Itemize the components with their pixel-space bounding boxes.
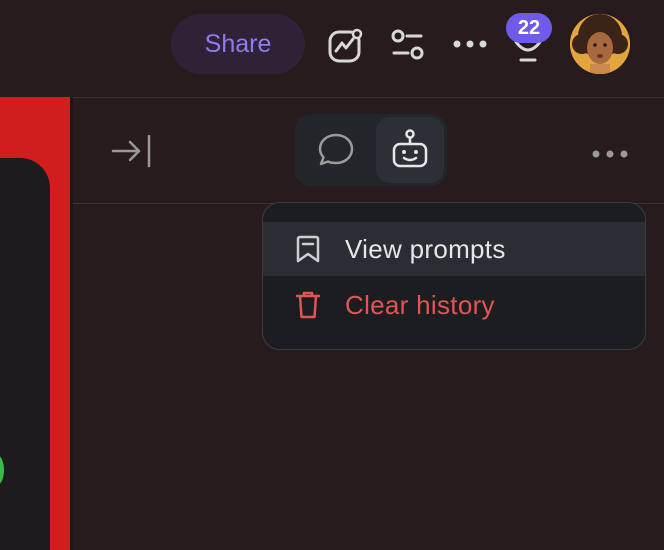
robot-icon (376, 117, 444, 183)
trash-icon (293, 290, 323, 320)
menu-item-clear-history[interactable]: Clear history (263, 278, 645, 332)
more-options-icon[interactable] (452, 36, 488, 52)
tab-chat[interactable] (302, 117, 370, 183)
chat-bubble-icon (318, 133, 354, 166)
menu-item-view-prompts[interactable]: View prompts (263, 222, 645, 276)
assistant-options-menu: View prompts Clear history (262, 202, 646, 350)
top-bar: Share 22 (0, 0, 664, 97)
bookmark-icon (293, 234, 323, 264)
avatar[interactable] (570, 14, 630, 74)
menu-item-label: Clear history (345, 289, 495, 320)
menu-item-label: View prompts (345, 233, 506, 264)
notification-count-badge: 22 (506, 13, 552, 43)
toggles-icon[interactable] (390, 27, 426, 63)
analytics-icon[interactable] (326, 27, 364, 65)
share-button[interactable]: Share (171, 14, 305, 74)
panel-more-icon[interactable] (590, 146, 630, 162)
canvas-card (0, 158, 50, 550)
collapse-panel-icon[interactable] (110, 133, 154, 169)
